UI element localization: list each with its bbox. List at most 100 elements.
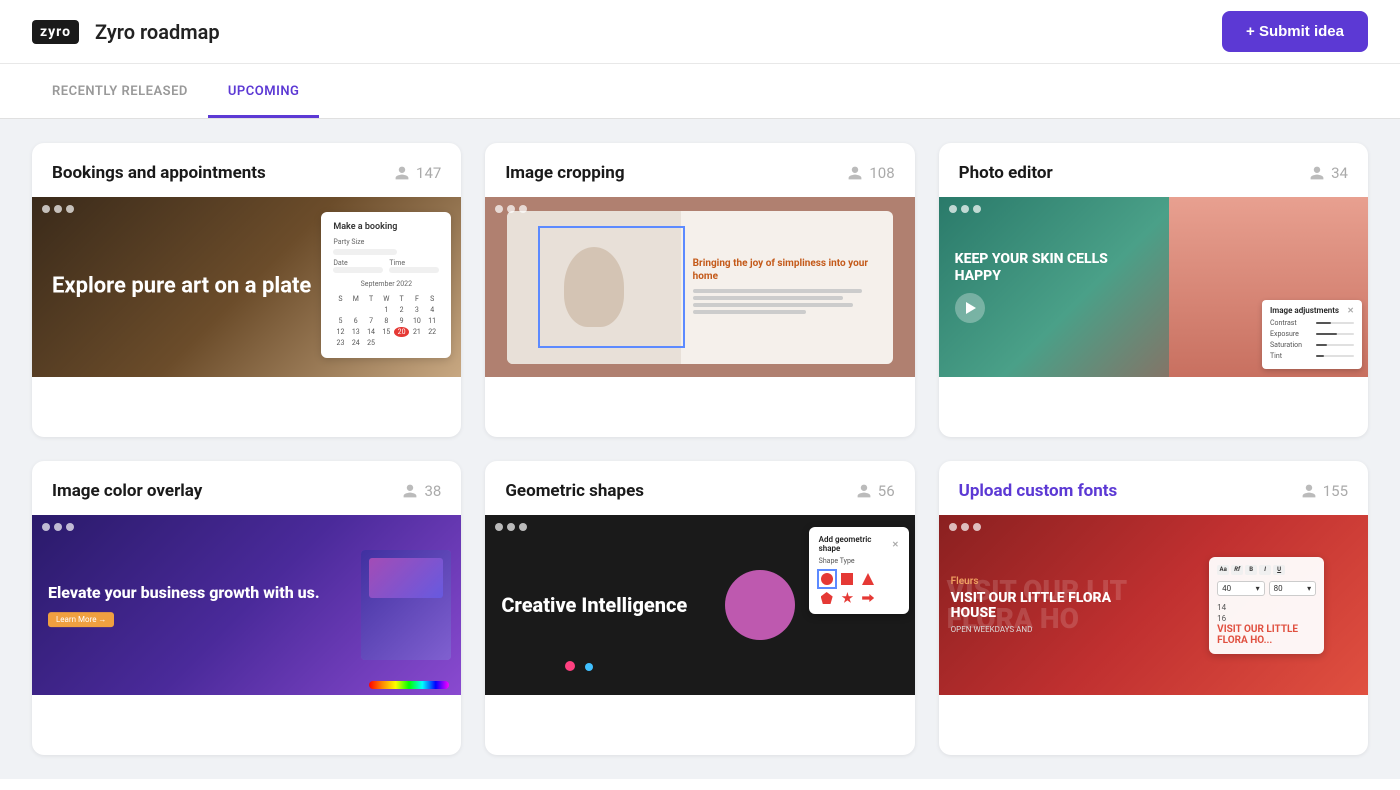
crop-text-lines <box>693 289 882 317</box>
booking-field-date <box>333 267 383 273</box>
card-bookings[interactable]: Bookings and appointments 147 Explore pu… <box>32 143 461 437</box>
slider-label-contrast: Contrast <box>1270 319 1312 327</box>
fonts-list-item-16[interactable]: 16 <box>1217 613 1316 624</box>
submit-idea-button[interactable]: + Submit idea <box>1222 11 1368 52</box>
slider-label-exposure: Exposure <box>1270 330 1312 338</box>
window-dots-overlay <box>42 523 74 531</box>
votes-icon-photo <box>1309 165 1325 181</box>
tabs-nav: RECENTLY RELEASED UPCOMING <box>0 68 1400 119</box>
crop-line-4 <box>693 310 806 314</box>
fonts-headline-preview: VISIT OUR LITTLE FLORA HO... <box>1217 624 1316 646</box>
fonts-panel: Aa Rf B I U 40 ▾ 80 <box>1209 557 1324 654</box>
slider-saturation: Saturation <box>1270 341 1354 349</box>
shape-pentagon-btn[interactable] <box>819 590 835 606</box>
overlay-gradient-preview <box>361 550 451 660</box>
overlay-gradient-bar <box>369 681 449 689</box>
fonts-list-item-14[interactable]: 14 <box>1217 602 1316 613</box>
shape-arrow-btn[interactable] <box>860 590 876 606</box>
booking-calendar: S M T W T F S 1 2 3 4 5 <box>333 294 439 348</box>
slider-label-saturation: Saturation <box>1270 341 1312 349</box>
slider-contrast: Contrast <box>1270 319 1354 327</box>
fonts-select-size-40[interactable]: 40 ▾ <box>1217 581 1265 596</box>
slider-bar-exposure <box>1316 333 1354 335</box>
tab-upcoming[interactable]: UPCOMING <box>208 68 320 118</box>
fonts-headline: VISIT OUR LITTLE FLORA HOUSE <box>951 591 1154 622</box>
cal-day-t2: T <box>394 294 408 304</box>
shape-circle-btn[interactable] <box>819 571 835 587</box>
card-title-overlay: Image color overlay <box>52 481 202 501</box>
fonts-size-selector: 40 ▾ 80 ▾ <box>1217 581 1316 596</box>
card-header-fonts: Upload custom fonts 155 <box>939 461 1368 515</box>
font-tool-i[interactable]: I <box>1259 565 1271 575</box>
card-photo-editor[interactable]: Photo editor 34 KEEP YOUR SKIN CELLS HAP… <box>939 143 1368 437</box>
cards-grid: Bookings and appointments 147 Explore pu… <box>0 119 1400 779</box>
photo-panel-title: Image adjustments ✕ <box>1270 306 1354 315</box>
tab-recently-released[interactable]: RECENTLY RELEASED <box>32 68 208 118</box>
slider-tint: Tint <box>1270 352 1354 360</box>
card-upload-custom-fonts[interactable]: Upload custom fonts 155 VISIT OUR LIT FL… <box>939 461 1368 755</box>
votes-icon-cropping <box>847 165 863 181</box>
cal-day-w: W <box>379 294 393 304</box>
shape-square-btn[interactable] <box>839 571 855 587</box>
cal-day-t1: T <box>364 294 378 304</box>
booking-hero-text: Explore pure art on a plate <box>52 273 311 302</box>
votes-icon-fonts <box>1301 483 1317 499</box>
card-votes-bookings: 147 <box>394 164 441 182</box>
card-image-shapes: Creative Intelligence Add geometric shap… <box>485 515 914 695</box>
votes-icon-shapes <box>856 483 872 499</box>
overlay-text-block: Elevate your business growth with us. Le… <box>48 583 320 627</box>
photo-play-btn <box>955 293 985 323</box>
cal-day-f: F <box>410 294 424 304</box>
votes-icon-overlay <box>402 483 418 499</box>
card-image-cropping[interactable]: Image cropping 108 Bringing the joy of s… <box>485 143 914 437</box>
fonts-sub: OPEN WEEKDAYS AND <box>951 625 1154 634</box>
photo-adjustments-panel: Image adjustments ✕ Contrast Exposure <box>1262 300 1362 369</box>
photo-headline: KEEP YOUR SKIN CELLS HAPPY <box>955 251 1154 323</box>
header-left: zyro Zyro roadmap <box>32 20 220 44</box>
card-title-bookings: Bookings and appointments <box>52 163 266 183</box>
booking-date-time-row: Date Time <box>333 259 439 277</box>
shape-triangle-btn[interactable] <box>860 571 876 587</box>
photo-panel-close[interactable]: ✕ <box>1347 306 1354 315</box>
shape-star-btn[interactable] <box>839 590 855 606</box>
play-icon <box>966 302 976 314</box>
small-circle-1 <box>565 661 575 671</box>
card-title-image-cropping: Image cropping <box>505 163 624 183</box>
card-geometric-shapes[interactable]: Geometric shapes 56 Creative Intelligenc… <box>485 461 914 755</box>
font-tool-u[interactable]: U <box>1273 565 1285 575</box>
cal-day-s1: S <box>333 294 347 304</box>
window-dots-photo <box>949 205 981 213</box>
card-image-photo-editor: KEEP YOUR SKIN CELLS HAPPY Image adjustm… <box>939 197 1368 377</box>
photo-headline-text: KEEP YOUR SKIN CELLS HAPPY <box>955 251 1154 285</box>
shape-empty2-btn <box>881 590 897 606</box>
shapes-grid <box>819 571 899 606</box>
card-image-overlay: Elevate your business growth with us. Le… <box>32 515 461 695</box>
cal-day-m1: M <box>349 294 363 304</box>
window-dots-fonts <box>949 523 981 531</box>
fonts-list: 14 16 <box>1217 602 1316 624</box>
fonts-brand: Fleurs <box>951 576 1154 587</box>
crop-selection-box <box>538 226 685 348</box>
booking-month-label: September 2022 <box>333 280 439 288</box>
fonts-text-content: Fleurs VISIT OUR LITTLE FLORA HOUSE OPEN… <box>951 576 1154 635</box>
card-header-image-cropping: Image cropping 108 <box>485 143 914 197</box>
shapes-popup-close[interactable]: ✕ <box>892 540 899 549</box>
header: zyro Zyro roadmap + Submit idea <box>0 0 1400 64</box>
card-header-bookings: Bookings and appointments 147 <box>32 143 461 197</box>
booking-date-label: Date <box>333 259 383 267</box>
fonts-select-size-80[interactable]: 80 ▾ <box>1269 581 1317 596</box>
booking-field-time <box>389 267 439 273</box>
slider-exposure: Exposure <box>1270 330 1354 338</box>
font-tool-b[interactable]: B <box>1245 565 1257 575</box>
card-image-color-overlay[interactable]: Image color overlay 38 Elevate your busi… <box>32 461 461 755</box>
shape-empty-btn <box>881 571 897 587</box>
card-title-fonts: Upload custom fonts <box>959 481 1118 501</box>
crop-browser: Bringing the joy of simpliness into your… <box>507 211 893 364</box>
shapes-popup-subtitle: Shape Type <box>819 557 899 565</box>
card-header-overlay: Image color overlay 38 <box>32 461 461 515</box>
window-dots-bookings <box>42 205 74 213</box>
card-header-photo-editor: Photo editor 34 <box>939 143 1368 197</box>
photo-right-panel: Image adjustments ✕ Contrast Exposure <box>1169 197 1368 377</box>
card-header-shapes: Geometric shapes 56 <box>485 461 914 515</box>
crop-headline: Bringing the joy of simpliness into your… <box>693 257 882 283</box>
